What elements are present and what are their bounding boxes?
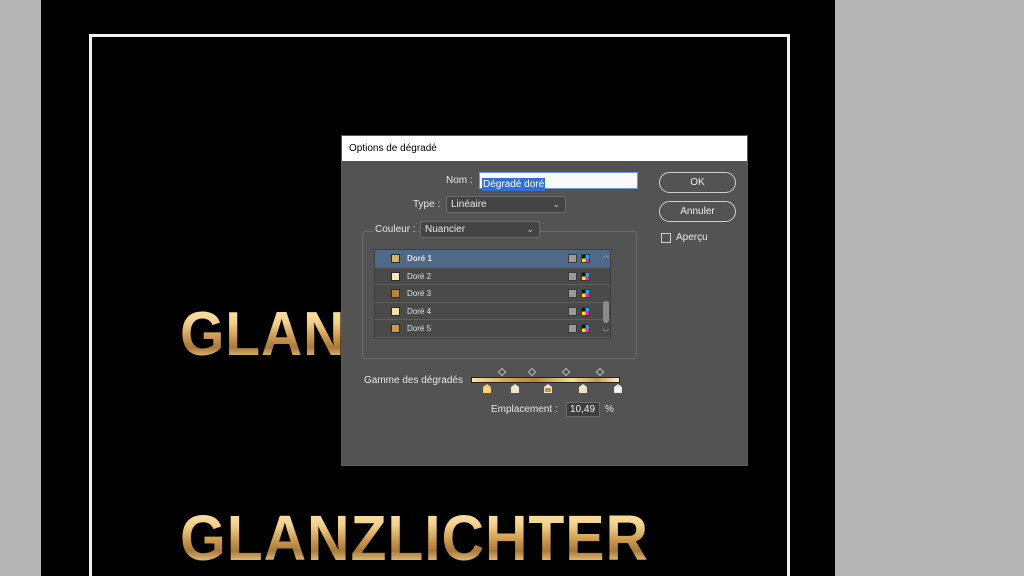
dialog-title: Options de dégradé (342, 136, 747, 161)
midpoint-diamond[interactable] (595, 367, 605, 377)
gradient-ramp[interactable] (471, 377, 620, 383)
gradient-options-dialog: Options de dégradé Nom : Dégradé doré Ty… (341, 135, 748, 466)
grayscale-icon (568, 306, 577, 316)
gold-text-bottom: GLANZLICHTER (180, 502, 649, 574)
color-select-value: Nuancier (425, 224, 466, 235)
swatch-color-chip (391, 289, 400, 299)
swatch-row[interactable]: Doré 1 (375, 250, 610, 268)
cmyk-icon (581, 306, 590, 316)
location-input[interactable]: 10,49 (566, 402, 600, 417)
color-select[interactable]: Nuancier ⌄ (420, 221, 540, 238)
midpoint-diamond[interactable] (527, 367, 537, 377)
swatch-name: Doré 3 (407, 289, 432, 299)
color-stop[interactable] (614, 384, 622, 393)
color-label: Couleur : (373, 224, 418, 235)
chevron-down-icon[interactable]: ﹀ (602, 328, 609, 338)
preview-checkbox[interactable] (661, 233, 671, 243)
chevron-down-icon: ⌄ (526, 224, 534, 234)
swatch-row[interactable]: Doré 4 (375, 303, 610, 321)
swatch-list: Doré 1 Doré 2 Doré 3 Doré 4 Doré 5 (374, 249, 611, 339)
cmyk-icon (581, 324, 590, 334)
swatch-row[interactable]: Doré 5 (375, 320, 610, 338)
midpoint-diamond[interactable] (497, 367, 507, 377)
type-select-value: Linéaire (451, 199, 487, 210)
type-label: Type : (413, 199, 441, 210)
cmyk-icon (581, 289, 590, 299)
location-unit: % (605, 404, 614, 415)
grayscale-icon (568, 324, 577, 334)
name-label: Nom : (446, 175, 473, 186)
color-stop[interactable] (511, 384, 519, 393)
color-stop[interactable] (544, 384, 552, 393)
swatch-color-chip (391, 306, 400, 316)
color-stop[interactable] (483, 384, 491, 393)
cmyk-icon (581, 254, 590, 263)
swatch-name: Doré 5 (407, 324, 432, 334)
chevron-down-icon: ⌄ (552, 199, 560, 209)
ok-button[interactable]: OK (659, 172, 736, 193)
midpoint-diamond[interactable] (561, 367, 571, 377)
swatch-row[interactable]: Doré 3 (375, 285, 610, 303)
gold-text-top: GLAN (180, 300, 346, 369)
swatch-name: Doré 2 (407, 271, 432, 281)
grayscale-icon (568, 254, 577, 263)
ramp-label: Gamme des dégradés (364, 375, 463, 386)
grayscale-icon (568, 271, 577, 281)
cmyk-icon (581, 271, 590, 281)
grayscale-icon (568, 289, 577, 299)
scroll-thumb[interactable] (603, 301, 609, 323)
swatch-color-chip (391, 271, 400, 281)
chevron-up-icon[interactable]: ︿ (602, 250, 609, 260)
cancel-button[interactable]: Annuler (659, 201, 736, 222)
swatch-row[interactable]: Doré 2 (375, 268, 610, 286)
swatch-color-chip (391, 324, 400, 334)
preview-label: Aperçu (676, 232, 708, 243)
swatch-name: Doré 4 (407, 306, 432, 316)
type-select[interactable]: Linéaire ⌄ (446, 196, 566, 213)
name-input-value: Dégradé doré (482, 178, 546, 191)
swatch-scrollbar[interactable]: ︿ ﹀ (601, 249, 611, 339)
swatch-color-chip (391, 254, 400, 263)
location-label: Emplacement : (491, 404, 558, 415)
color-stop[interactable] (579, 384, 587, 393)
swatch-name: Doré 1 (407, 254, 432, 263)
name-input[interactable]: Dégradé doré (479, 172, 638, 191)
